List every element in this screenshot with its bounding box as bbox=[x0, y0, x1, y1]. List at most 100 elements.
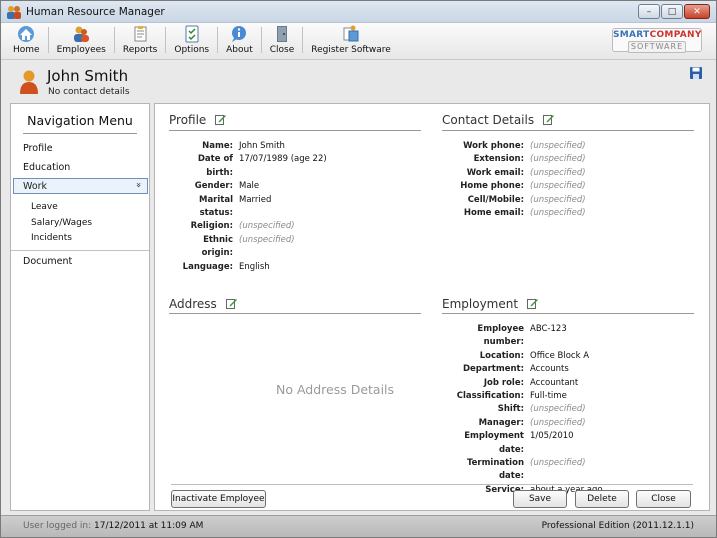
contact-field-label: Extension: bbox=[473, 154, 524, 165]
save-disk-icon[interactable] bbox=[690, 67, 702, 79]
profile-section-header: Profile bbox=[169, 113, 227, 127]
profile-field-value: (unspecified) bbox=[239, 221, 295, 232]
minimize-button[interactable]: – bbox=[638, 4, 660, 19]
toolbar-separator bbox=[260, 27, 262, 53]
employment-field-label: Employment date: bbox=[464, 431, 524, 455]
toolbar-options-button[interactable]: Options bbox=[168, 23, 215, 59]
employment-field-value: ABC-123 bbox=[530, 324, 567, 334]
employment-field-label: Employee number: bbox=[477, 324, 524, 348]
profile-field-row: Date of birth: 17/07/1989 (age 22) bbox=[169, 153, 327, 180]
profile-field-label: Marital status: bbox=[198, 194, 233, 219]
employment-field-value: Full-time bbox=[530, 391, 567, 402]
toolbar-about-button[interactable]: About bbox=[220, 23, 259, 59]
contact-fields: Work phone: (unspecified) Extension: (unspe… bbox=[442, 140, 586, 220]
employment-edit-icon[interactable] bbox=[526, 298, 538, 309]
status-user-value: 17/12/2011 at 11:09 AM bbox=[94, 521, 204, 531]
address-section-divider bbox=[169, 313, 421, 314]
profile-fields: Name: John Smith Date of birth: 17/07/1989 … bbox=[169, 140, 327, 274]
address-section-header: Address bbox=[169, 297, 237, 311]
employment-section-header: Employment bbox=[442, 297, 538, 311]
contact-field-value: (unspecified) bbox=[530, 141, 586, 151]
window-controls: – □ ✕ bbox=[638, 4, 710, 19]
address-edit-icon[interactable] bbox=[225, 298, 237, 309]
close-window-button[interactable]: ✕ bbox=[684, 4, 710, 19]
toolbar-register-label: Register Software bbox=[311, 45, 391, 55]
employment-field-value: (unspecified) bbox=[530, 404, 586, 415]
status-user-label: User logged in: bbox=[23, 521, 92, 531]
toolbar-close-button[interactable]: Close bbox=[264, 23, 301, 59]
toolbar-employees-button[interactable]: Employees bbox=[51, 23, 112, 59]
register-icon bbox=[343, 25, 359, 42]
profile-field-row: Ethnic origin: (unspecified) bbox=[169, 234, 327, 261]
contact-field-row: Extension: (unspecified) bbox=[442, 153, 586, 166]
status-user-info: User logged in: 17/12/2011 at 11:09 AM bbox=[23, 521, 203, 531]
save-button[interactable]: Save bbox=[513, 490, 567, 508]
contact-section-header: Contact Details bbox=[442, 113, 554, 127]
contact-field-row: Home email: (unspecified) bbox=[442, 207, 586, 220]
employment-field-label: Classification: bbox=[456, 391, 524, 402]
options-icon bbox=[185, 25, 199, 43]
nav-subitem-incidents[interactable]: Incidents bbox=[31, 233, 72, 243]
app-window: Human Resource Manager – □ ✕ Home Employ… bbox=[0, 0, 717, 538]
contact-field-row: Work phone: (unspecified) bbox=[442, 140, 586, 153]
nav-title-divider bbox=[23, 133, 137, 134]
maximize-button[interactable]: □ bbox=[661, 4, 683, 19]
toolbar-home-button[interactable]: Home bbox=[7, 23, 46, 59]
nav-subitem-leave[interactable]: Leave bbox=[31, 202, 58, 212]
profile-field-value: Male bbox=[239, 181, 260, 192]
employment-field-row: Employment date: 1/05/2010 bbox=[442, 430, 603, 457]
contact-section-divider bbox=[442, 130, 694, 131]
navigation-panel: Navigation Menu Profile Education Work »… bbox=[10, 103, 150, 511]
toolbar-separator bbox=[165, 27, 167, 53]
nav-item-profile[interactable]: Profile bbox=[23, 143, 53, 154]
chevron-collapse-icon: » bbox=[133, 182, 144, 188]
profile-field-label: Date of birth: bbox=[197, 154, 233, 178]
toolbar-employees-label: Employees bbox=[56, 45, 106, 55]
main-toolbar: Home Employees Reports Options About Clo… bbox=[1, 23, 716, 60]
status-bar: User logged in: 17/12/2011 at 11:09 AM P… bbox=[1, 515, 716, 537]
toolbar-about-label: About bbox=[226, 45, 253, 55]
profile-edit-icon[interactable] bbox=[215, 114, 227, 125]
employment-field-value: Accountant bbox=[530, 377, 579, 388]
toolbar-reports-button[interactable]: Reports bbox=[117, 23, 164, 59]
employee-name: John Smith bbox=[47, 67, 129, 85]
profile-field-value: John Smith bbox=[239, 141, 285, 151]
employment-section-title: Employment bbox=[442, 297, 519, 311]
profile-field-label: Name: bbox=[202, 141, 233, 151]
address-section-title: Address bbox=[169, 297, 217, 311]
employment-field-value: (unspecified) bbox=[530, 458, 586, 469]
contact-field-row: Work email: (unspecified) bbox=[442, 167, 586, 180]
toolbar-reports-label: Reports bbox=[122, 45, 158, 55]
window-title: Human Resource Manager bbox=[26, 5, 165, 18]
inactivate-employee-button[interactable]: Inactivate Employee bbox=[171, 490, 266, 508]
person-avatar-icon bbox=[20, 70, 38, 94]
employees-icon bbox=[74, 26, 90, 42]
close-door-icon bbox=[276, 26, 287, 42]
profile-field-row: Language: English bbox=[169, 261, 327, 274]
contact-field-row: Cell/Mobile: (unspecified) bbox=[442, 194, 586, 207]
nav-item-document[interactable]: Document bbox=[23, 256, 72, 267]
nav-item-work[interactable]: Work » bbox=[13, 178, 148, 194]
close-button[interactable]: Close bbox=[636, 490, 691, 508]
toolbar-register-button[interactable]: Register Software bbox=[305, 23, 397, 59]
contact-field-label: Home email: bbox=[463, 208, 524, 219]
app-icon bbox=[7, 5, 21, 19]
contact-edit-icon[interactable] bbox=[542, 114, 554, 125]
nav-subitem-salary-wages[interactable]: Salary/Wages bbox=[31, 218, 92, 228]
home-icon bbox=[18, 26, 35, 42]
contact-field-label: Home phone: bbox=[460, 181, 524, 192]
contact-field-row: Home phone: (unspecified) bbox=[442, 180, 585, 193]
employment-field-row: Job role: Accountant bbox=[442, 377, 603, 390]
employee-detail-panel: Profile Name: John Smith Date of birth: 17/… bbox=[154, 103, 710, 511]
logo-smart-text: SMART bbox=[613, 30, 650, 40]
contact-field-value: (unspecified) bbox=[530, 208, 586, 219]
profile-field-label: Language: bbox=[182, 261, 233, 272]
nav-item-education[interactable]: Education bbox=[23, 162, 70, 173]
profile-section-title: Profile bbox=[169, 113, 207, 127]
profile-field-row: Religion: (unspecified) bbox=[169, 220, 327, 233]
profile-field-row: Marital status: Married bbox=[169, 194, 327, 221]
employment-field-label: Location: bbox=[479, 350, 524, 361]
delete-button[interactable]: Delete bbox=[575, 490, 629, 508]
company-logo: SMARTCOMPANY SOFTWARE bbox=[612, 28, 702, 53]
status-edition: Professional Edition (2011.12.1.1) bbox=[541, 521, 694, 531]
